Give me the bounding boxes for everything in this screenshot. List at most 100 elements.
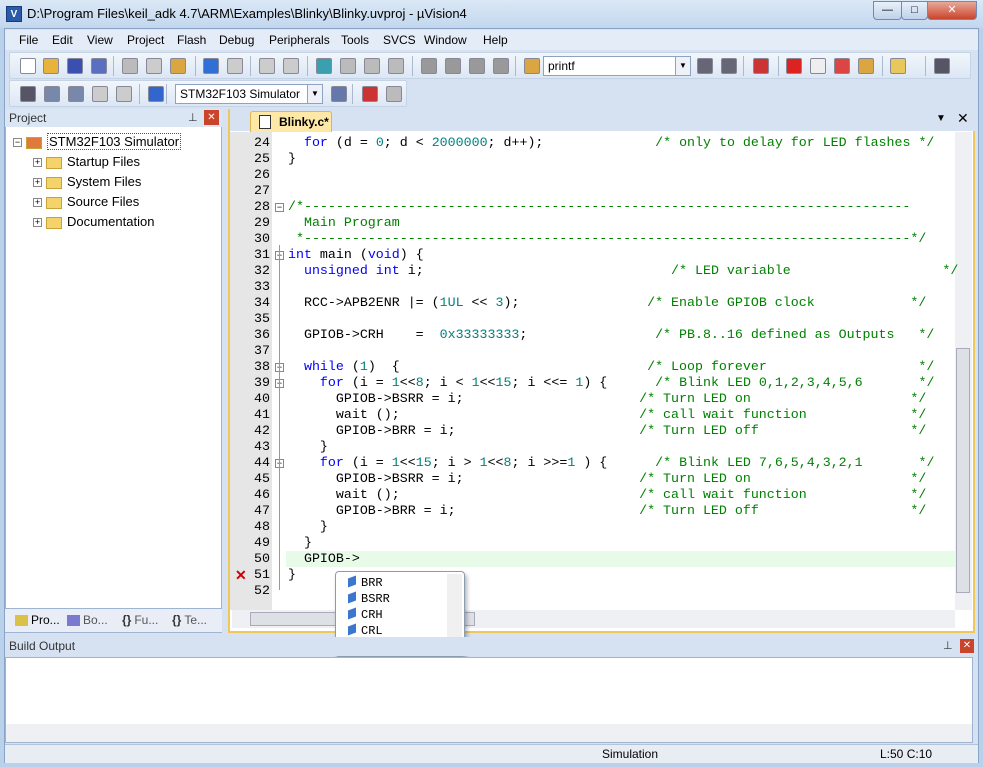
menu-tools[interactable]: Tools xyxy=(341,33,369,47)
menu-file[interactable]: File xyxy=(19,33,38,47)
unindent-icon[interactable] xyxy=(445,58,461,74)
undo-icon[interactable] xyxy=(203,58,219,74)
stop-build-icon[interactable] xyxy=(116,86,132,102)
build-icon[interactable] xyxy=(44,86,60,102)
code-line[interactable]: } xyxy=(288,535,312,551)
tab-functions[interactable]: {} Fu... xyxy=(122,613,158,627)
chevron-down-icon[interactable]: ▼ xyxy=(936,113,946,124)
expand-icon[interactable]: + xyxy=(33,218,42,228)
code-line[interactable]: GPIOB->BSRR = i; /* Turn LED on */ xyxy=(288,391,927,407)
maximize-button[interactable]: □ xyxy=(901,1,928,20)
code-line[interactable]: } xyxy=(288,439,328,455)
bookmark-icon[interactable] xyxy=(316,58,332,74)
expand-icon[interactable]: + xyxy=(33,158,42,168)
breakpoint-clear-icon[interactable] xyxy=(834,58,850,74)
menu-project[interactable]: Project xyxy=(127,33,164,47)
breakpoint-disable-icon[interactable] xyxy=(810,58,826,74)
tree-folder[interactable]: + System Files xyxy=(33,174,141,189)
cut-icon[interactable] xyxy=(122,58,138,74)
manage-components-icon[interactable] xyxy=(362,86,378,102)
paste-icon[interactable] xyxy=(170,58,186,74)
new-file-icon[interactable] xyxy=(20,58,36,74)
autocomplete-item[interactable]: CRL xyxy=(348,623,383,638)
build-output-panel[interactable] xyxy=(5,657,973,743)
menu-debug[interactable]: Debug xyxy=(219,33,254,47)
window-select-icon[interactable] xyxy=(890,58,906,74)
fold-toggle-icon[interactable]: − xyxy=(275,203,284,212)
find-icon[interactable] xyxy=(697,58,713,74)
redo-icon[interactable] xyxy=(227,58,243,74)
next-bookmark-icon[interactable] xyxy=(364,58,380,74)
comment-icon[interactable] xyxy=(469,58,485,74)
target-options-icon[interactable] xyxy=(331,86,347,102)
save-all-icon[interactable] xyxy=(91,58,107,74)
code-line[interactable]: RCC->APB2ENR |= (1UL << 3); /* Enable GP… xyxy=(288,295,926,311)
code-line[interactable]: for (i = 1<<15; i > 1<<8; i >>=1 ) { /* … xyxy=(288,455,935,471)
pin-icon[interactable]: ⊥ xyxy=(188,111,198,124)
configure-icon[interactable] xyxy=(934,58,950,74)
horizontal-scrollbar[interactable] xyxy=(6,724,972,742)
find-in-files-icon[interactable] xyxy=(524,58,540,74)
tree-root[interactable]: − STM32F103 Simulator xyxy=(13,133,182,150)
breakpoint-icon[interactable] xyxy=(786,58,802,74)
autocomplete-item[interactable]: BSRR xyxy=(348,591,390,606)
code-line[interactable]: GPIOB->BRR = i; /* Turn LED off */ xyxy=(288,503,927,519)
debug-start-icon[interactable] xyxy=(753,58,769,74)
code-line[interactable]: for (i = 1<<8; i < 1<<15; i <<= 1) { /* … xyxy=(288,375,935,391)
tab-blinky-c[interactable]: Blinky.c* xyxy=(250,111,332,132)
select-packs-icon[interactable] xyxy=(386,86,402,102)
chevron-down-icon[interactable]: ▼ xyxy=(675,57,690,75)
code-line[interactable]: } xyxy=(288,519,328,535)
tree-folder[interactable]: + Source Files xyxy=(33,194,139,209)
code-line[interactable]: while (1) { /* Loop forever */ xyxy=(288,359,934,375)
code-line[interactable]: } xyxy=(288,151,296,167)
menu-flash[interactable]: Flash xyxy=(177,33,206,47)
code-line[interactable]: *---------------------------------------… xyxy=(288,231,926,247)
target-select[interactable]: STM32F103 Simulator ▼ xyxy=(175,84,323,104)
prev-bookmark-icon[interactable] xyxy=(340,58,356,74)
tree-folder[interactable]: + Documentation xyxy=(33,214,154,229)
expand-icon[interactable]: + xyxy=(33,178,42,188)
tab-books[interactable]: Bo... xyxy=(67,613,108,627)
save-icon[interactable] xyxy=(67,58,83,74)
clear-bookmarks-icon[interactable] xyxy=(388,58,404,74)
menu-window[interactable]: Window xyxy=(424,33,467,47)
code-line[interactable]: GPIOB->BSRR = i; /* Turn LED on */ xyxy=(288,471,927,487)
code-line[interactable]: wait (); /* call wait function */ xyxy=(288,407,927,423)
translate-icon[interactable] xyxy=(20,86,36,102)
menu-peripherals[interactable]: Peripherals xyxy=(269,33,330,47)
rebuild-icon[interactable] xyxy=(68,86,84,102)
autocomplete-item[interactable]: CRH xyxy=(348,607,383,622)
indent-icon[interactable] xyxy=(421,58,437,74)
scroll-thumb[interactable] xyxy=(956,348,970,593)
close-panel-icon[interactable]: ✕ xyxy=(960,639,974,653)
copy-icon[interactable] xyxy=(146,58,162,74)
back-icon[interactable] xyxy=(259,58,275,74)
tree-folder[interactable]: + Startup Files xyxy=(33,154,140,169)
menu-svcs[interactable]: SVCS xyxy=(383,33,416,47)
close-button[interactable]: ✕ xyxy=(927,1,977,20)
uncomment-icon[interactable] xyxy=(493,58,509,74)
code-line[interactable]: wait (); /* call wait function */ xyxy=(288,487,927,503)
tab-project[interactable]: Pro... xyxy=(15,613,60,627)
open-file-icon[interactable] xyxy=(43,58,59,74)
batch-build-icon[interactable] xyxy=(92,86,108,102)
menu-help[interactable]: Help xyxy=(483,33,508,47)
code-line[interactable]: GPIOB->BRR = i; /* Turn LED off */ xyxy=(288,423,927,439)
incremental-find-icon[interactable] xyxy=(721,58,737,74)
code-line[interactable]: /*--------------------------------------… xyxy=(288,199,910,215)
forward-icon[interactable] xyxy=(283,58,299,74)
vertical-scrollbar[interactable] xyxy=(955,132,972,610)
expand-icon[interactable]: + xyxy=(33,198,42,208)
menu-edit[interactable]: Edit xyxy=(52,33,73,47)
code-line[interactable]: for (d = 0; d < 2000000; d++); /* only t… xyxy=(288,135,934,151)
menu-view[interactable]: View xyxy=(87,33,113,47)
collapse-icon[interactable]: − xyxy=(13,138,22,148)
download-icon[interactable] xyxy=(148,86,164,102)
autocomplete-item[interactable]: BRR xyxy=(348,575,383,590)
find-combo[interactable]: printf ▼ xyxy=(543,56,691,76)
chevron-down-icon[interactable]: ▼ xyxy=(307,85,322,103)
breakpoint-kill-icon[interactable] xyxy=(858,58,874,74)
code-line[interactable]: GPIOB->CRH = 0x33333333; /* PB.8..16 def… xyxy=(288,327,934,343)
minimize-button[interactable]: — xyxy=(873,1,902,20)
